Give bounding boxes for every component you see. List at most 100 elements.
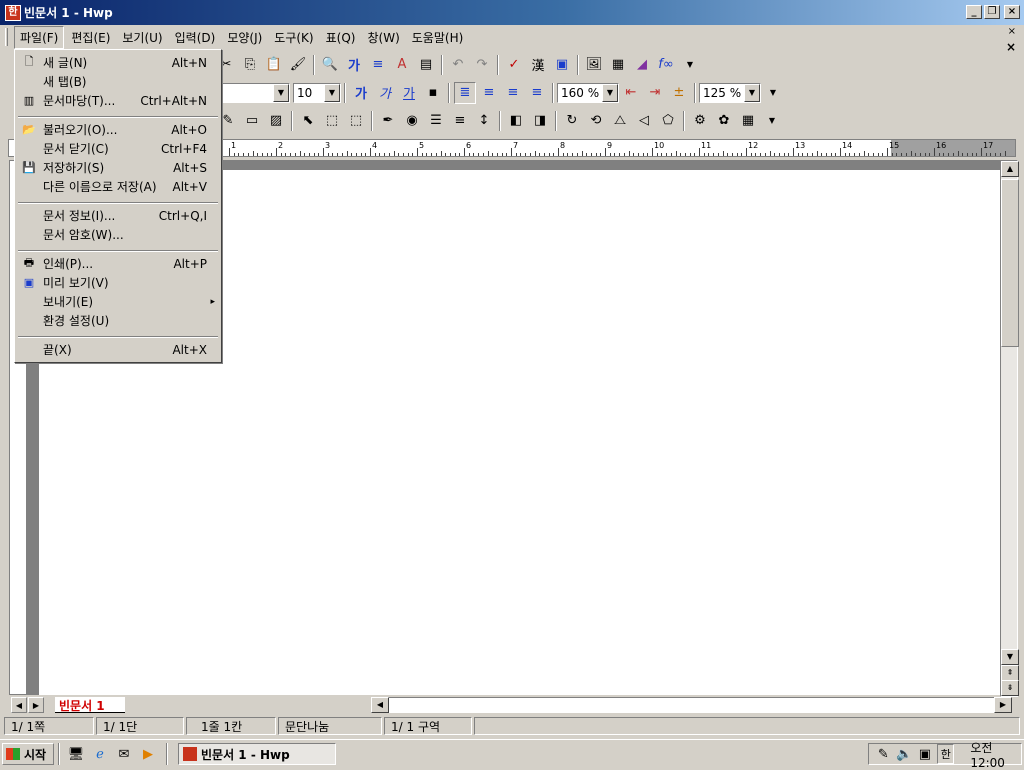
network-icon[interactable]: ▣	[917, 744, 934, 764]
menu-send[interactable]: 보내기(E) ▸	[17, 292, 219, 311]
paste-icon[interactable]: 📋	[263, 54, 285, 76]
scroll-right-button[interactable]: ▶	[994, 697, 1012, 713]
tab-next-button[interactable]: ▶	[28, 697, 44, 713]
menu-template[interactable]: ▥ 문서마당(T)... Ctrl+Alt+N	[17, 91, 219, 110]
format-painter-icon[interactable]: 🖌	[287, 54, 309, 76]
menu-new-tab[interactable]: 새 탭(B)	[17, 72, 219, 91]
menu-save[interactable]: 💾 저장하기(S) Alt+S	[17, 158, 219, 177]
bring-front-icon[interactable]: ◧	[505, 110, 527, 132]
image-insert-icon[interactable]: ▨	[265, 110, 287, 132]
menu-tools[interactable]: 도구(K)	[269, 27, 318, 48]
menu-preview[interactable]: ▣ 미리 보기(V)	[17, 273, 219, 292]
menu-doc-info[interactable]: 문서 정보(I)... Ctrl+Q,I	[17, 206, 219, 225]
menu-help[interactable]: 도움말(H)	[407, 27, 469, 48]
flip-h-icon[interactable]: ⧍	[609, 110, 631, 132]
minimize-button[interactable]: _	[966, 5, 982, 19]
para-shape-icon[interactable]: ≡	[367, 54, 389, 76]
indent-decrease-icon[interactable]: ⇤	[620, 82, 642, 104]
line-color-icon[interactable]: ✒	[377, 110, 399, 132]
doc-close-icon[interactable]: ×	[1006, 40, 1016, 54]
tab-prev-button[interactable]: ◀	[11, 697, 27, 713]
menu-edit[interactable]: 편집(E)	[66, 27, 115, 48]
hwp-app-icon[interactable]: 한	[5, 4, 21, 21]
fill-color-icon[interactable]: ◉	[401, 110, 423, 132]
show-desktop-icon[interactable]: 🖥	[66, 744, 86, 764]
menu-window[interactable]: 창(W)	[362, 27, 404, 48]
menu-view[interactable]: 보기(U)	[117, 27, 167, 48]
start-button[interactable]: 시작	[2, 743, 54, 765]
menu-table[interactable]: 표(Q)	[321, 27, 361, 48]
object-color-icon[interactable]: ✿	[713, 110, 735, 132]
menu-new-document[interactable]: 🗋 새 글(N) Alt+N	[17, 53, 219, 72]
bold-button[interactable]: 가	[350, 82, 372, 104]
picture-icon[interactable]: 🖼	[583, 54, 605, 76]
taskbar-hwp-button[interactable]: 빈문서 1 - Hwp	[178, 743, 336, 765]
menu-doc-password[interactable]: 문서 암호(W)...	[17, 225, 219, 244]
menu-close-icon[interactable]: ×	[1008, 26, 1016, 37]
line-style-icon[interactable]: ☰	[425, 110, 447, 132]
font-name-combo[interactable]: ▼	[218, 82, 290, 103]
scroll-up-button[interactable]: ▲	[1001, 161, 1019, 177]
vertical-scrollbar[interactable]: ▲ ▼ ⇞ ⇟	[1000, 160, 1019, 697]
grid-icon[interactable]: ▦	[737, 110, 759, 132]
scroll-thumb[interactable]	[1001, 179, 1019, 347]
menu-exit[interactable]: 끝(X) Alt+X	[17, 340, 219, 359]
line-dash-icon[interactable]: ≡	[449, 110, 471, 132]
copy-icon[interactable]: ⎘	[239, 54, 261, 76]
outlook-express-icon[interactable]: ✉	[114, 744, 134, 764]
char-spacing-icon[interactable]: ±	[668, 82, 690, 104]
underline-button[interactable]: 가	[398, 82, 420, 104]
page-icon[interactable]: ▤	[415, 54, 437, 76]
pen-tray-icon[interactable]: ✎	[875, 744, 892, 764]
object-props-icon[interactable]: ⚙	[689, 110, 711, 132]
spellcheck-icon[interactable]: ✓	[503, 54, 525, 76]
volume-icon[interactable]: 🔈	[896, 744, 913, 764]
formula-icon[interactable]: f∞	[655, 54, 677, 76]
scroll-down-button[interactable]: ▼	[1001, 649, 1019, 665]
close-button[interactable]: ×	[1004, 5, 1020, 19]
media-player-icon[interactable]: ▶	[138, 744, 158, 764]
font-size-combo[interactable]: 10 ▼	[293, 82, 341, 103]
doc-tab[interactable]: 빈문서 1	[55, 697, 125, 713]
menu-insert[interactable]: 입력(D)	[170, 27, 221, 48]
flip-v-icon[interactable]: ◁	[633, 110, 655, 132]
hanja-icon[interactable]: 漢	[527, 54, 549, 76]
char-shape-icon[interactable]: 가	[343, 54, 365, 76]
justify-icon[interactable]: ≣	[454, 81, 476, 104]
toolbar-more-icon[interactable]: ▼	[679, 54, 701, 76]
find-icon[interactable]: 🔍	[319, 54, 341, 76]
zoom-combo[interactable]: 125 % ▼	[699, 82, 761, 103]
style-icon[interactable]: A	[391, 54, 413, 76]
send-back-icon[interactable]: ◨	[529, 110, 551, 132]
page-up-button[interactable]: ⇞	[1001, 665, 1019, 681]
menu-print[interactable]: 🖶 인쇄(P)... Alt+P	[17, 254, 219, 273]
indent-increase-icon[interactable]: ⇥	[644, 82, 666, 104]
shape-edit-icon[interactable]: ⬠	[657, 110, 679, 132]
preview-icon[interactable]: ▣	[551, 54, 573, 76]
page-down-button[interactable]: ⇟	[1001, 680, 1019, 696]
menu-save-as[interactable]: 다른 이름으로 저장(A) Alt+V	[17, 177, 219, 196]
scroll-left-button[interactable]: ◀	[371, 697, 389, 713]
undo-icon[interactable]: ↶	[447, 54, 469, 76]
menu-preferences[interactable]: 환경 설정(U)	[17, 311, 219, 330]
menu-format[interactable]: 모양(J)	[222, 27, 267, 48]
arrow-style-icon[interactable]: ↕	[473, 110, 495, 132]
textbox-icon[interactable]: ▭	[241, 110, 263, 132]
text-color-icon[interactable]: ▪	[422, 82, 444, 104]
horizontal-scrollbar[interactable]: ◀ ▶	[371, 697, 1012, 713]
rotate-free-icon[interactable]: ⟲	[585, 110, 607, 132]
italic-button[interactable]: 가	[374, 82, 396, 104]
select-object-icon[interactable]: ⬉	[297, 110, 319, 132]
menu-file[interactable]: 파일(F)	[14, 25, 65, 49]
ungroup-icon[interactable]: ⬚	[345, 110, 367, 132]
redo-icon[interactable]: ↷	[471, 54, 493, 76]
table-icon[interactable]: ▦	[607, 54, 629, 76]
align-left-icon[interactable]: ≡	[478, 82, 500, 104]
toolbar2-more-icon[interactable]: ▼	[762, 82, 784, 104]
align-center-icon[interactable]: ≡	[502, 82, 524, 104]
ime-indicator[interactable]: 한	[937, 744, 955, 764]
chart-icon[interactable]: ◢	[631, 54, 653, 76]
rotate-icon[interactable]: ↻	[561, 110, 583, 132]
align-right-icon[interactable]: ≡	[526, 82, 548, 104]
menu-open[interactable]: 📂 불러오기(O)... Alt+O	[17, 120, 219, 139]
